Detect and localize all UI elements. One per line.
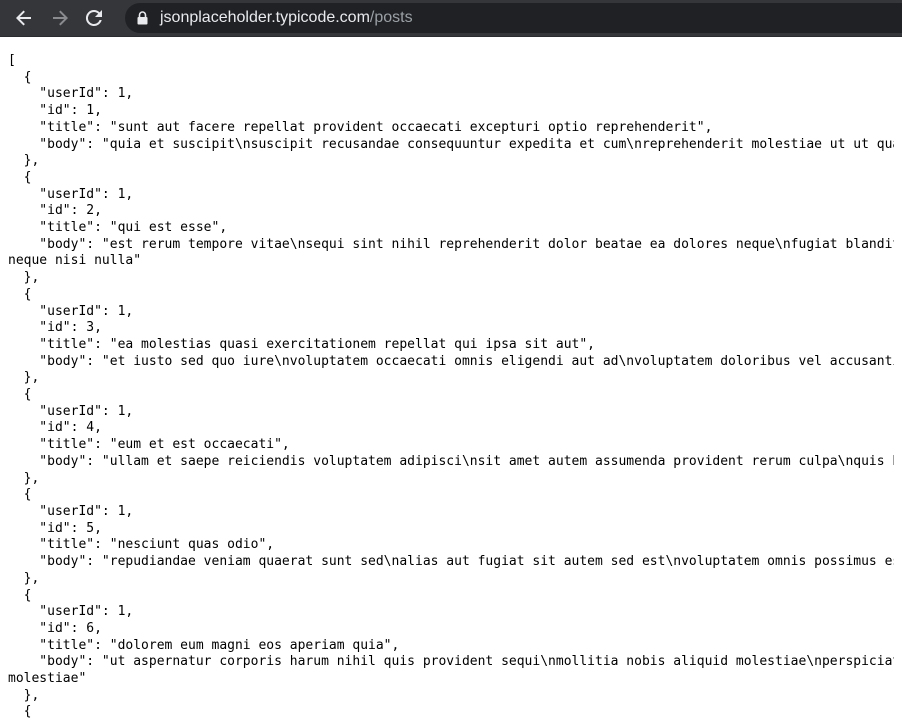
json-line: "id": 2, [8, 203, 102, 219]
json-line: { [8, 587, 32, 603]
json-line: { [8, 69, 32, 85]
json-line: "title": "dolorem eum magni eos aperiam … [8, 637, 400, 653]
json-line: neque nisi nulla" [8, 253, 142, 269]
json-viewer: [ { "userId": 1, "id": 1, "title": "sunt… [0, 37, 894, 720]
json-line: "body": "repudiandae veniam quaerat sunt… [8, 554, 894, 570]
url-path: /posts [369, 9, 413, 26]
json-line: "title": "qui est esse", [8, 220, 228, 236]
json-line: "title": "ea molestias quasi exercitatio… [8, 336, 595, 352]
json-line: }, [8, 570, 40, 586]
json-line: "title": "eum et est occaecati", [8, 437, 290, 453]
json-line: "userId": 1, [8, 503, 134, 519]
json-line: { [8, 387, 32, 403]
json-line: "userId": 1, [8, 303, 134, 319]
forward-button[interactable] [49, 7, 71, 29]
json-line: { [8, 704, 32, 720]
json-line: "userId": 1, [8, 86, 134, 102]
back-button[interactable] [13, 7, 35, 29]
json-line: "body": "quia et suscipit\nsuscipit recu… [8, 136, 894, 152]
browser-toolbar: jsonplaceholder.typicode.com/posts [0, 0, 902, 37]
json-line: { [8, 487, 32, 503]
json-line: [ [8, 53, 16, 68]
json-line: "userId": 1, [8, 403, 134, 419]
url-text[interactable]: jsonplaceholder.typicode.com/posts [160, 9, 413, 27]
json-line: "body": "ullam et saepe reiciendis volup… [8, 453, 894, 469]
json-line: "id": 5, [8, 520, 102, 536]
json-line: "id": 1, [8, 103, 102, 119]
json-line: }, [8, 370, 40, 386]
lock-icon[interactable] [135, 10, 149, 26]
json-line: molestiae" [8, 671, 87, 687]
arrow-right-icon [53, 10, 68, 26]
json-line: "body": "et iusto sed quo iure\nvoluptat… [8, 353, 894, 369]
json-line: "userId": 1, [8, 186, 134, 202]
json-line: "userId": 1, [8, 604, 134, 620]
json-line: }, [8, 687, 40, 703]
json-line: "id": 6, [8, 620, 102, 636]
json-line: { [8, 169, 32, 185]
json-line: "id": 4, [8, 420, 102, 436]
reload-icon [85, 9, 102, 26]
page-content: [ { "userId": 1, "id": 1, "title": "sunt… [0, 37, 902, 720]
json-line: }, [8, 153, 40, 169]
url-host: jsonplaceholder.typicode.com [160, 9, 370, 26]
json-line: "title": "sunt aut facere repellat provi… [8, 119, 713, 135]
json-line: }, [8, 270, 40, 286]
json-line: "id": 3, [8, 320, 102, 336]
json-line: "title": "nesciunt quas odio", [8, 537, 275, 553]
json-line: "body": "est rerum tempore vitae\nsequi … [8, 236, 894, 252]
address-bar[interactable]: jsonplaceholder.typicode.com/posts [125, 3, 902, 33]
json-line: "body": "ut aspernatur corporis harum ni… [8, 654, 894, 670]
json-line: { [8, 286, 32, 302]
reload-button[interactable] [83, 7, 105, 29]
json-line: }, [8, 470, 40, 486]
arrow-left-icon [16, 10, 31, 26]
